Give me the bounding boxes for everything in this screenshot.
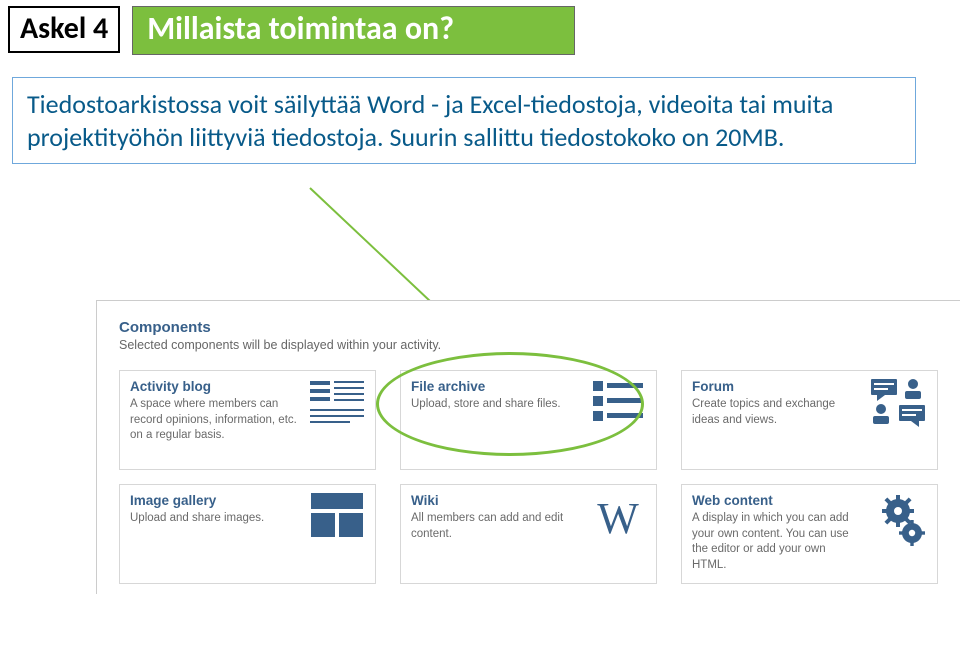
component-card-web-content[interactable]: Web content A display in which you can a… <box>681 484 938 584</box>
components-grid: Activity blog A space where members can … <box>119 370 938 584</box>
components-subheading: Selected components will be displayed wi… <box>119 338 938 352</box>
blog-icon <box>309 379 365 435</box>
wiki-icon: W <box>590 493 646 549</box>
components-panel: Components Selected components will be d… <box>96 300 960 594</box>
step-label: Askel 4 <box>20 10 108 47</box>
card-desc: Upload and share images. <box>130 511 299 527</box>
component-card-wiki[interactable]: Wiki All members can add and edit conten… <box>400 484 657 584</box>
card-desc: A space where members can record opinion… <box>130 397 299 444</box>
card-title: Wiki <box>411 493 580 508</box>
card-desc: All members can add and edit content. <box>411 511 580 542</box>
svg-text:W: W <box>597 494 639 543</box>
card-desc: Upload, store and share files. <box>411 397 580 413</box>
card-title: Activity blog <box>130 379 299 394</box>
gallery-icon <box>309 493 365 549</box>
slide-header: Askel 4 Millaista toimintaa on? <box>0 0 960 55</box>
forum-icon <box>871 379 927 435</box>
card-title: Forum <box>692 379 861 394</box>
description-text: Tiedostoarkistossa voit säilyttää Word -… <box>27 88 833 153</box>
card-desc: Create topics and exchange ideas and vie… <box>692 397 861 428</box>
step-badge: Askel 4 <box>8 6 120 53</box>
component-card-image-gallery[interactable]: Image gallery Upload and share images. <box>119 484 376 584</box>
title-banner: Millaista toimintaa on? <box>132 6 575 55</box>
card-title: Image gallery <box>130 493 299 508</box>
slide-title: Millaista toimintaa on? <box>147 9 454 48</box>
file-archive-icon <box>590 379 646 435</box>
card-desc: A display in which you can add your own … <box>692 511 861 573</box>
component-card-file-archive[interactable]: File archive Upload, store and share fil… <box>400 370 657 470</box>
card-title: File archive <box>411 379 580 394</box>
card-title: Web content <box>692 493 861 508</box>
component-card-forum[interactable]: Forum Create topics and exchange ideas a… <box>681 370 938 470</box>
gear-icon <box>871 493 927 549</box>
components-heading: Components <box>119 319 938 336</box>
component-card-activity-blog[interactable]: Activity blog A space where members can … <box>119 370 376 470</box>
description-box: Tiedostoarkistossa voit säilyttää Word -… <box>12 77 916 164</box>
